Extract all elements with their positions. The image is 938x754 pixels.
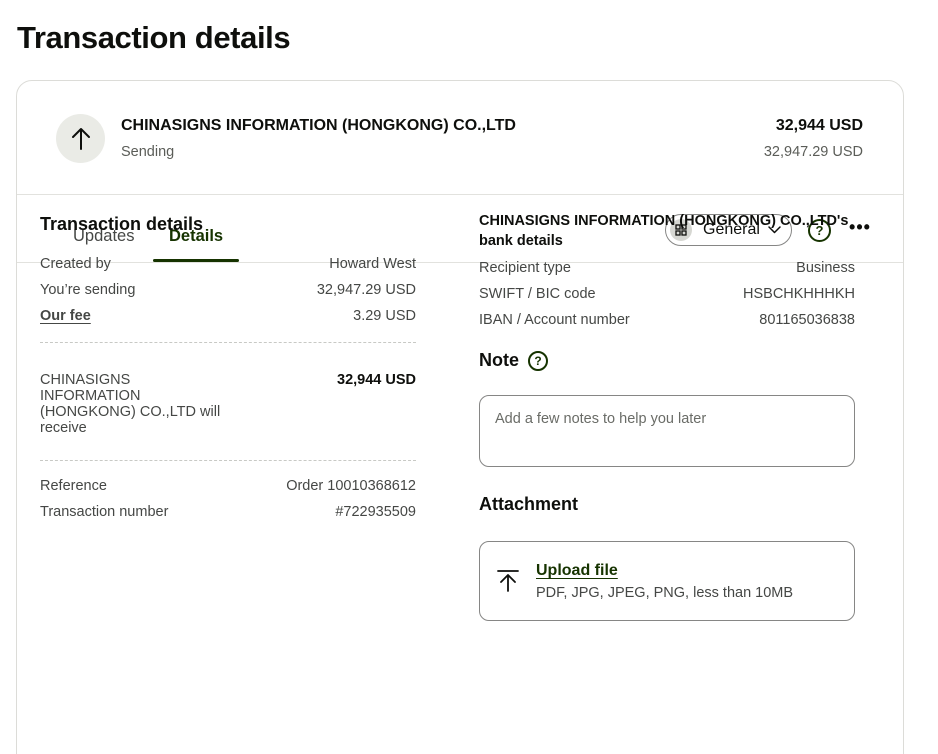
- detail-row-reference: Reference Order 10010368612: [40, 473, 416, 499]
- detail-label: Reference: [40, 478, 107, 494]
- receive-row: CHINASIGNS INFORMATION (HONGKONG) CO.,LT…: [40, 372, 416, 436]
- bank-details-title: CHINASIGNS INFORMATION (HONGKONG) CO.,LT…: [479, 213, 849, 249]
- detail-value: 32,947.29 USD: [316, 282, 416, 298]
- detail-row-sending: You’re sending 32,947.29 USD: [40, 277, 416, 303]
- detail-label: You’re sending: [40, 282, 136, 298]
- receive-label: CHINASIGNS INFORMATION (HONGKONG) CO.,LT…: [40, 372, 221, 436]
- detail-label: Transaction number: [40, 504, 169, 520]
- bank-value: Business: [796, 260, 855, 276]
- transaction-details-section: Transaction details Created by Howard We…: [40, 214, 416, 525]
- detail-row-created-by: Created by Howard West: [40, 251, 416, 277]
- note-input[interactable]: [479, 395, 855, 467]
- recipient-name: CHINASIGNS INFORMATION (HONGKONG) CO.,LT…: [121, 117, 516, 134]
- upload-hint: PDF, JPG, JPEG, PNG, less than 10MB: [536, 585, 794, 601]
- question-icon[interactable]: ?: [528, 350, 548, 371]
- attachment-title: Attachment: [479, 494, 579, 514]
- note-header: Note ?: [479, 350, 855, 371]
- bank-details-section: CHINASIGNS INFORMATION (HONGKONG) CO.,LT…: [479, 213, 855, 621]
- upload-file-button[interactable]: Upload file PDF, JPG, JPEG, PNG, less th…: [479, 541, 855, 621]
- detail-label: Created by: [40, 256, 111, 272]
- detail-value: Howard West: [329, 256, 416, 272]
- amount-sent: 32,947.29 USD: [763, 144, 863, 160]
- page-title: Transaction details: [17, 20, 291, 55]
- upload-file-link[interactable]: Upload file: [536, 562, 618, 580]
- details-title: Transaction details: [40, 214, 204, 234]
- bank-row-recipient-type: Recipient type Business: [479, 255, 855, 281]
- detail-value: #722935509: [335, 504, 416, 520]
- transaction-header: CHINASIGNS INFORMATION (HONGKONG) CO.,LT…: [17, 81, 903, 195]
- detail-row-transaction-number: Transaction number #722935509: [40, 499, 416, 525]
- divider: [40, 342, 416, 343]
- amount-received: 32,944 USD: [775, 117, 863, 134]
- detail-row-fee: Our fee 3.29 USD: [40, 303, 416, 329]
- detail-value: Order 10010368612: [286, 478, 416, 494]
- bank-row-iban: IBAN / Account number 801165036838: [479, 307, 855, 333]
- transaction-status: Sending: [121, 144, 175, 160]
- divider: [40, 460, 416, 461]
- transaction-details-page: Transaction details CHINASIGNS INFORMATI…: [0, 0, 938, 754]
- arrow-up-icon: [56, 114, 105, 163]
- receive-value: 32,944 USD: [337, 372, 416, 388]
- bank-row-swift: SWIFT / BIC code HSBCHKHHHKH: [479, 281, 855, 307]
- note-title: Note: [479, 350, 519, 370]
- bank-label: Recipient type: [479, 260, 571, 276]
- bank-value: 801165036838: [759, 312, 855, 328]
- detail-value: 3.29 USD: [353, 308, 416, 324]
- our-fee-link[interactable]: Our fee: [40, 308, 91, 324]
- bank-label: SWIFT / BIC code: [479, 286, 596, 302]
- bank-label: IBAN / Account number: [479, 312, 630, 328]
- upload-icon: [497, 569, 519, 598]
- bank-value: HSBCHKHHHKH: [743, 286, 855, 302]
